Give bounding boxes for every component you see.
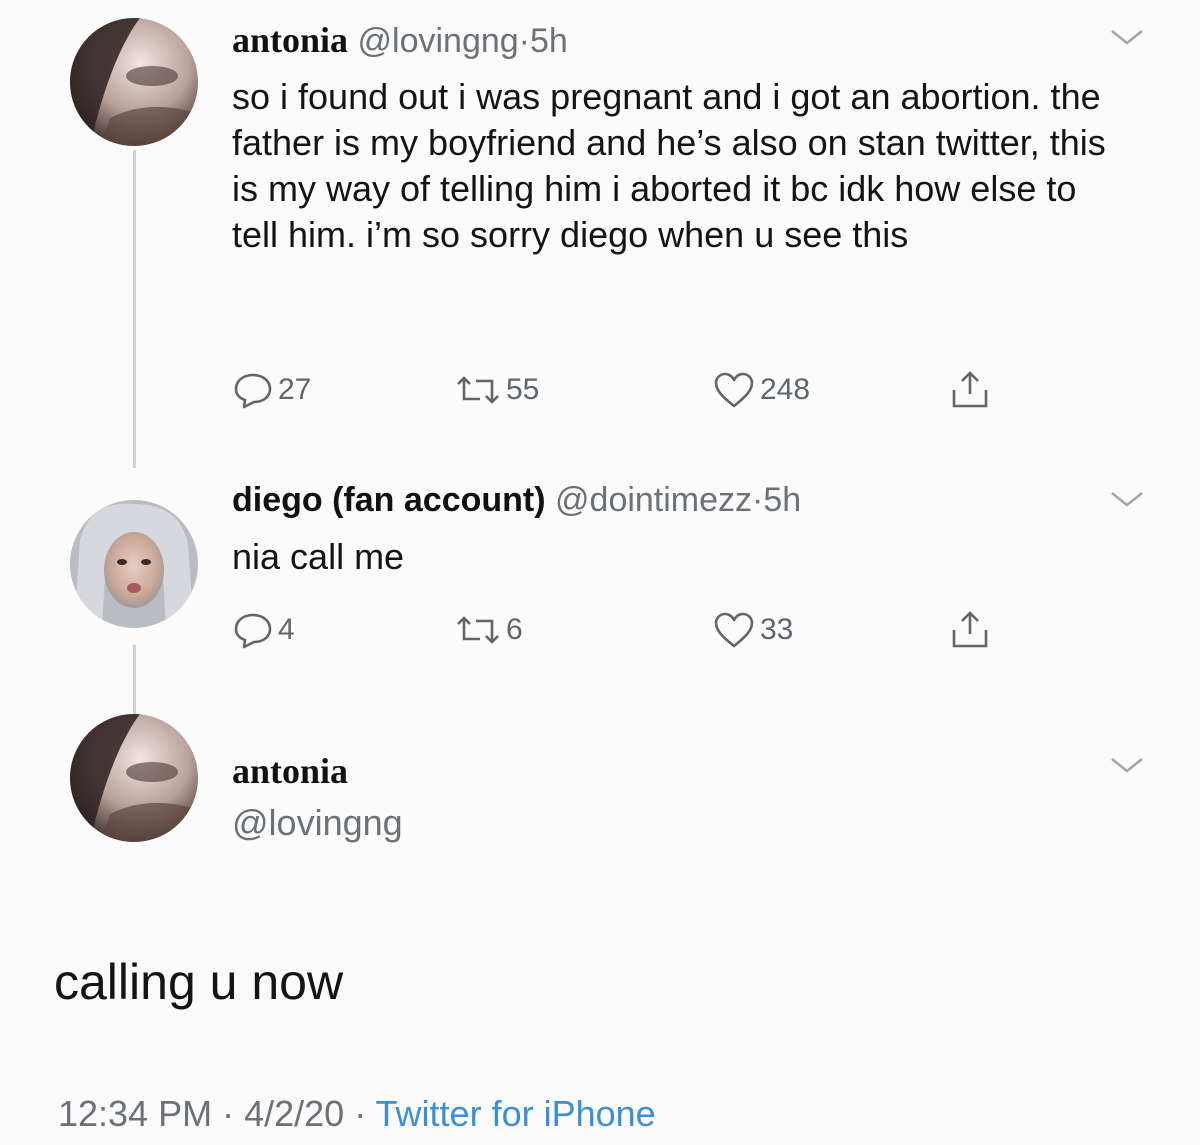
- user-handle[interactable]: @lovingng: [232, 802, 403, 844]
- separator-dot: ·: [518, 22, 530, 60]
- thread-connector: [133, 150, 136, 468]
- reply-icon: [234, 613, 272, 649]
- share-icon: [952, 371, 988, 408]
- reply-button[interactable]: 27: [232, 370, 311, 410]
- tweet-source-link[interactable]: Twitter for iPhone: [376, 1093, 656, 1134]
- reply-count: 27: [278, 373, 312, 406]
- like-count: 33: [760, 613, 794, 646]
- avatar[interactable]: [70, 714, 198, 842]
- display-name[interactable]: antonia: [232, 20, 348, 60]
- tweet-time[interactable]: 5h: [763, 481, 801, 519]
- twitter-thread: antonia @lovingng·5h so i found out i wa…: [0, 0, 1200, 1145]
- retweet-button[interactable]: 6: [454, 610, 523, 650]
- retweet-icon: [457, 376, 499, 404]
- tweet-actions: 4 6 33: [232, 610, 1032, 650]
- chevron-down-icon[interactable]: [1110, 28, 1144, 46]
- tweet-meta: 12:34 PM · 4/2/20 · Twitter for iPhone: [58, 1092, 656, 1136]
- share-button[interactable]: [948, 610, 992, 650]
- avatar[interactable]: [70, 500, 198, 628]
- heart-icon: [714, 612, 754, 648]
- retweet-icon: [457, 616, 499, 644]
- tweet-text: nia call me: [232, 536, 405, 577]
- tweet-text: so i found out i was pregnant and i got …: [232, 76, 1106, 255]
- like-button[interactable]: 248: [712, 370, 810, 410]
- tweet-actions: 27 55 248: [232, 370, 1032, 410]
- reply-count: 4: [278, 613, 295, 646]
- tweet-text: calling u now: [54, 954, 344, 1010]
- tweet-header: antonia @lovingng·5h: [232, 20, 568, 61]
- display-name[interactable]: diego (fan account): [232, 481, 546, 519]
- chevron-down-icon[interactable]: [1110, 756, 1144, 774]
- tweet-timestamp: 12:34 PM · 4/2/20: [58, 1093, 345, 1134]
- tweet-time[interactable]: 5h: [530, 22, 568, 60]
- user-handle[interactable]: @dointimezz: [555, 481, 752, 519]
- tweet-header: diego (fan account) @dointimezz·5h: [232, 480, 801, 520]
- retweet-count: 6: [506, 613, 523, 646]
- reply-icon: [234, 373, 272, 409]
- retweet-count: 55: [506, 373, 540, 406]
- reply-button[interactable]: 4: [232, 610, 295, 650]
- like-count: 248: [760, 373, 811, 406]
- like-button[interactable]: 33: [712, 610, 793, 650]
- thread-connector: [133, 645, 136, 717]
- chevron-down-icon[interactable]: [1110, 490, 1144, 508]
- avatar[interactable]: [70, 18, 198, 146]
- share-button[interactable]: [948, 370, 992, 410]
- separator-dot: ·: [354, 1093, 367, 1134]
- display-name[interactable]: antonia: [232, 750, 348, 792]
- separator-dot: ·: [752, 481, 764, 519]
- heart-icon: [714, 372, 754, 408]
- share-icon: [952, 611, 988, 648]
- user-handle[interactable]: @lovingng: [358, 22, 519, 60]
- retweet-button[interactable]: 55: [454, 370, 539, 410]
